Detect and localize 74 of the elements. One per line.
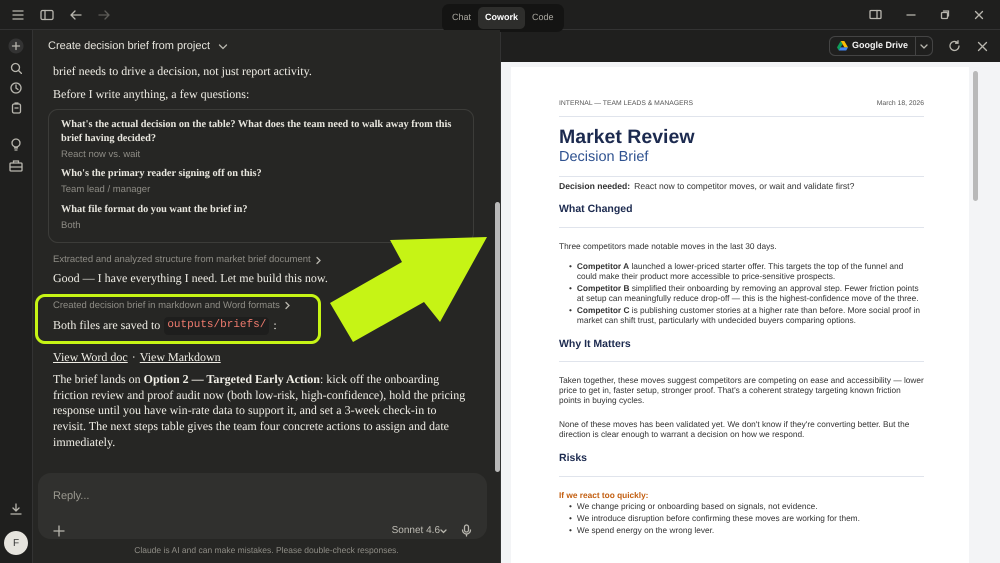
document-title: Market Review [559, 127, 696, 149]
message-text: The brief lands on Option 2 — Targeted Early Action: kick off the onboarding friction review and proof audit now (both low-risk, high-confidence), hold the pricing response until you have win-rate data to support it, and set a 3-week check-in to revisit. The next steps table gives the team four concrete actions to assign and date immediately. [53, 372, 466, 450]
section-heading: Risks [559, 452, 588, 465]
section-heading: What Changed [559, 203, 634, 216]
back-icon[interactable] [70, 8, 82, 20]
bullet-marker: • [569, 502, 572, 512]
bullet-marker: • [569, 526, 572, 536]
chevron-right-icon[interactable] [284, 301, 291, 310]
bullet-item: We spend energy on the wrong lever. [576, 526, 714, 536]
clock-icon[interactable] [10, 82, 22, 94]
close-icon[interactable] [974, 10, 984, 20]
message-text: brief needs to drive a decision, not just report activity. [53, 64, 313, 80]
decision-label: Decision needed: [559, 180, 630, 192]
bullet-marker: • [569, 262, 572, 273]
bullet-item: We introduce disruption before confirming these moves are working for them. [576, 514, 860, 524]
search-icon[interactable] [10, 62, 22, 74]
chevron-down-icon[interactable] [218, 42, 228, 50]
document-subtitle: Decision Brief [559, 148, 650, 166]
question-text: What file format do you want the brief in? [61, 202, 248, 217]
bullet-item: Competitor C is publishing customer stories at a higher rate than before. More social proof in market can shift trust, particularly with undecided buyers comparing options. [576, 306, 921, 326]
download-icon[interactable] [10, 503, 22, 515]
document-paragraph: Three competitors made notable moves in the last 30 days. [559, 242, 778, 252]
chevron-right-icon[interactable] [314, 256, 322, 265]
maximize-icon[interactable] [940, 10, 950, 20]
file-link[interactable]: View Markdown [140, 350, 221, 366]
menu-icon[interactable] [12, 8, 24, 20]
toolbox-icon[interactable] [9, 159, 23, 172]
question-text: Who's the primary reader signing off on this? [61, 167, 263, 182]
reply-field[interactable]: Reply... [53, 488, 353, 504]
step-link[interactable]: Extracted and analyzed structure from market brief document [53, 252, 311, 268]
document-paragraph: Taken together, these moves suggest competitors are competing on ease and accessibility — lower price to get in, faster setup, stronger proof. That's a coherent strategy targeting known friction points in buying cycles. [559, 376, 924, 406]
section-heading: Why It Matters [559, 338, 632, 350]
answer-text: React now vs. wait [61, 148, 142, 162]
model-selector[interactable]: Sonnet 4.6 [392, 523, 440, 538]
answer-text: Team lead / manager [61, 183, 152, 198]
separator-dot: · [132, 350, 136, 366]
microphone-icon[interactable] [461, 524, 472, 537]
code-path: outputs/briefs/ [164, 317, 270, 335]
bullet-item: Competitor B simplified their onboarding by removing an approval step. Fewer friction points at setup can meaningfully reduce drop-off — this is the highest-confidence move of the three. [576, 284, 920, 304]
colon-text: : [273, 318, 277, 334]
new-chat-icon[interactable] [8, 38, 24, 54]
sidebar-icon[interactable] [40, 8, 54, 20]
refresh-icon[interactable] [949, 40, 961, 52]
message-text: Both files are saved to [53, 318, 160, 334]
question-text: What's the actual decision on the table? What does the team need to walk away from this brief having decided? [61, 118, 452, 146]
lightbulb-icon[interactable] [10, 138, 22, 151]
avatar[interactable]: F [4, 531, 28, 555]
chevron-down-icon[interactable] [440, 528, 447, 534]
scrollbar[interactable] [973, 71, 978, 201]
message-text: Before I write anything, a few questions: [53, 86, 250, 102]
panel-icon[interactable] [869, 9, 882, 20]
triangle-logo-icon [836, 41, 848, 51]
plus-icon[interactable] [53, 524, 65, 536]
disclaimer-text: Claude is AI and can make mistakes. Please double-check responses. [133, 544, 400, 557]
answer-text: Both [61, 218, 82, 233]
scrollbar[interactable] [495, 202, 500, 472]
mode-tab[interactable]: Cowork [478, 7, 526, 28]
bullet-marker: • [569, 306, 572, 317]
step-link[interactable]: Created decision brief in markdown and Word formats [53, 298, 280, 314]
message-text: Good — I have everything I need. Let me build this now. [53, 271, 329, 287]
chat-title[interactable]: Create decision brief from project [48, 38, 210, 54]
close-icon[interactable] [977, 40, 988, 52]
document-paragraph: None of these moves has been validated yet. We don't know if they're converting better. But the direction is clear enough to warrant a decision on how we respond. [559, 420, 910, 440]
clipboard-icon[interactable] [10, 102, 22, 114]
mode-tab[interactable]: Code [525, 7, 561, 28]
chevron-down-icon [920, 42, 928, 50]
bullet-marker: • [569, 514, 572, 524]
bullet-item: We change pricing or onboarding based on signals, not evidence. [576, 502, 818, 512]
decision-text: React now to competitor moves, or wait and validate first? [634, 180, 854, 192]
file-link[interactable]: View Word doc [53, 350, 128, 366]
bullet-item: Competitor A launched a lower-priced starter offer. This targets the top of the funnel and could make their product more accessible to price-sensitive prospects. [576, 262, 904, 282]
document-subheading: If we react too quickly: [559, 490, 650, 500]
bullet-marker: • [569, 284, 572, 295]
mode-tab[interactable]: Chat [445, 7, 478, 28]
